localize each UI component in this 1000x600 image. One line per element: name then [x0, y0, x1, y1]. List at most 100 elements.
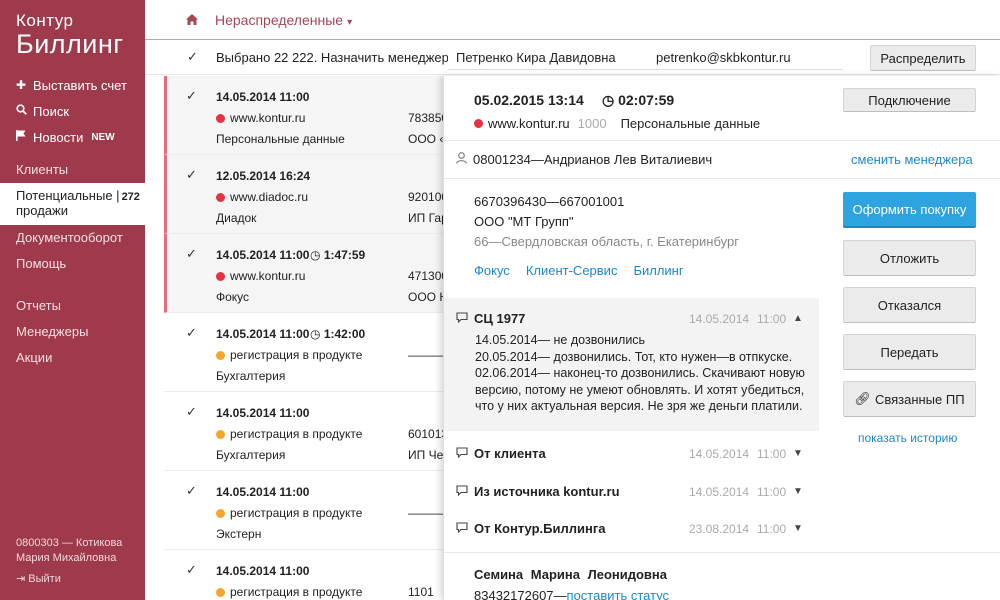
sidebar-item-clients[interactable]: Клиенты: [0, 157, 145, 183]
item-source: регистрация в продукте: [216, 427, 362, 441]
comment-body: 14.05.2014— не дозвонились 20.05.2014— д…: [475, 332, 810, 415]
detail-duration: ◷ 02:07:59: [602, 92, 674, 109]
detail-inn: 6670396430—667001001: [474, 194, 625, 209]
user-icon: [456, 152, 467, 167]
item-duration: ◷ 1:42:00: [310, 327, 365, 341]
comment-line: 14.05.2014— не дозвонились: [475, 333, 646, 347]
sidebar-item-potential-sales[interactable]: Потенциальные | 272 продажи: [0, 183, 145, 225]
select-all-check-icon[interactable]: ✓: [187, 49, 198, 65]
list-item[interactable]: ✓ 14.05.2014 11:00 регистрация в продукт…: [164, 471, 454, 550]
detail-date: 05.02.2015 13:14: [474, 92, 584, 108]
comment-title: От Контур.Биллинга: [474, 521, 606, 536]
check-icon[interactable]: ✓: [186, 167, 197, 183]
sidebar-item-label: Документооборот: [16, 230, 123, 245]
status-dot: [216, 508, 225, 518]
status-dot: [216, 350, 225, 360]
service-links: Фокус Клиент-Сервис Биллинг: [474, 263, 684, 278]
comment-header[interactable]: От клиента: [456, 446, 546, 461]
sidebar-item-label: Клиенты: [16, 162, 69, 177]
sidebar-item-help[interactable]: Помощь: [0, 251, 145, 277]
postpone-button[interactable]: Отложить: [843, 240, 976, 276]
logo[interactable]: Контур Биллинг: [16, 12, 124, 59]
comment-icon: [456, 446, 468, 461]
status-dot: [216, 271, 225, 281]
billing-link[interactable]: Биллинг: [633, 263, 683, 278]
clock-icon: ◷: [602, 92, 615, 108]
chevron-down-icon[interactable]: ▼: [793, 486, 803, 497]
search-label: Поиск: [33, 103, 70, 119]
list-item[interactable]: ✓ 14.05.2014 11:00 ◷ 1:42:00 регистрация…: [164, 313, 454, 392]
item-duration-label: 1:42:00: [323, 327, 366, 341]
sidebar-item-managers[interactable]: Менеджеры: [0, 319, 145, 345]
create-invoice-link[interactable]: ✚ Выставить счет: [0, 72, 145, 98]
sidebar-item-documents[interactable]: Документооборот: [0, 225, 145, 251]
check-icon[interactable]: ✓: [186, 325, 197, 341]
comment-header[interactable]: СЦ 1977: [456, 311, 525, 326]
news-link[interactable]: Новости NEW: [0, 124, 145, 150]
comment-icon: [456, 484, 468, 499]
topbar: Нераспределенные ▾: [145, 0, 1000, 40]
connection-button[interactable]: Подключение: [843, 88, 976, 112]
item-source: регистрация в продукте: [216, 585, 362, 599]
sidebar-item-label: Менеджеры: [16, 324, 89, 339]
item-org: ИП Гар: [408, 211, 448, 225]
item-product: Экстерн: [216, 527, 262, 541]
link-icon: 🔗︎: [854, 391, 871, 406]
item-duration: ◷ 1:47:59: [310, 248, 365, 262]
check-icon[interactable]: ✓: [186, 246, 197, 262]
status-dot: [474, 119, 483, 128]
sidebar-item-promotions[interactable]: Акции: [0, 345, 145, 371]
comment-header[interactable]: От Контур.Биллинга: [456, 521, 605, 536]
focus-link[interactable]: Фокус: [474, 263, 510, 278]
item-date: 14.05.2014 11:00: [216, 90, 310, 104]
related-button[interactable]: 🔗︎ Связанные ПП: [843, 381, 976, 417]
chevron-down-icon[interactable]: ▼: [793, 523, 803, 534]
item-source: www.diadoc.ru: [216, 190, 308, 204]
selection-bar: ✓ Выбрано 22 222. Назначить менеджеру: p…: [145, 41, 1000, 75]
transfer-button[interactable]: Передать: [843, 334, 976, 370]
home-icon[interactable]: [186, 13, 198, 28]
client-service-link[interactable]: Клиент-Сервис: [526, 263, 618, 278]
search-link[interactable]: Поиск: [0, 98, 145, 124]
list-item[interactable]: ✓ 12.05.2014 16:24 www.diadoc.ru Диадок …: [164, 155, 454, 234]
item-source-label: www.kontur.ru: [230, 269, 306, 283]
refused-button[interactable]: Отказался: [843, 287, 976, 323]
list-item[interactable]: ✓ 14.05.2014 11:00 регистрация в продукт…: [164, 392, 454, 471]
item-product: Бухгалтерия: [216, 369, 286, 383]
item-date: 14.05.2014 11:00: [216, 485, 310, 499]
list-item[interactable]: ✓ 14.05.2014 11:00 www.kontur.ru Персона…: [164, 76, 454, 155]
check-icon[interactable]: ✓: [186, 483, 197, 499]
chevron-down-icon: ▾: [347, 17, 353, 28]
item-date: 12.05.2014 16:24: [216, 169, 311, 183]
chevron-up-icon[interactable]: ▲: [793, 313, 803, 324]
detail-source-label: www.kontur.ru: [488, 116, 570, 131]
buy-button[interactable]: Оформить покупку: [843, 192, 976, 228]
comment-title: СЦ 1977: [474, 311, 526, 326]
set-status-link[interactable]: поставить статус: [567, 588, 670, 600]
status-dot: [216, 113, 225, 123]
comment-expanded: СЦ 1977 14.05.2014 11:00 ▲ 14.05.2014— н…: [444, 298, 819, 431]
detail-manager-label: 08001234—Андрианов Лев Виталиевич: [473, 152, 713, 167]
detail-panel: 05.02.2015 13:14 ◷ 02:07:59 www.kontur.r…: [443, 76, 1000, 600]
item-source: www.kontur.ru: [216, 111, 305, 125]
detail-source: www.kontur.ru 1000 Персональные данные: [474, 116, 760, 131]
detail-duration-label: 02:07:59: [618, 92, 675, 108]
comment-icon: [456, 311, 468, 326]
check-icon[interactable]: ✓: [186, 404, 197, 420]
sidebar-item-reports[interactable]: Отчеты: [0, 293, 145, 319]
change-manager-link[interactable]: сменить менеджера: [851, 152, 973, 167]
show-history-link[interactable]: показать историю: [858, 431, 957, 445]
item-date: 14.05.2014 11:00: [216, 327, 310, 341]
check-icon[interactable]: ✓: [186, 562, 197, 578]
check-icon[interactable]: ✓: [186, 88, 197, 104]
distribute-button[interactable]: Распределить: [870, 45, 976, 71]
search-icon: [16, 104, 30, 118]
comment-header[interactable]: Из источника kontur.ru: [456, 484, 620, 499]
list-item[interactable]: ✓ 14.05.2014 11:00 ◷ 1:47:59 www.kontur.…: [164, 234, 454, 313]
breadcrumb[interactable]: Нераспределенные ▾: [215, 12, 352, 28]
item-product: Персональные данные: [216, 132, 345, 146]
list-item[interactable]: ✓ 14.05.2014 11:00 регистрация в продукт…: [164, 550, 454, 600]
user-line-1: 0800303 — Котикова: [16, 537, 123, 549]
logout-link[interactable]: ⇥ Выйти: [16, 572, 61, 585]
chevron-down-icon[interactable]: ▼: [793, 448, 803, 459]
